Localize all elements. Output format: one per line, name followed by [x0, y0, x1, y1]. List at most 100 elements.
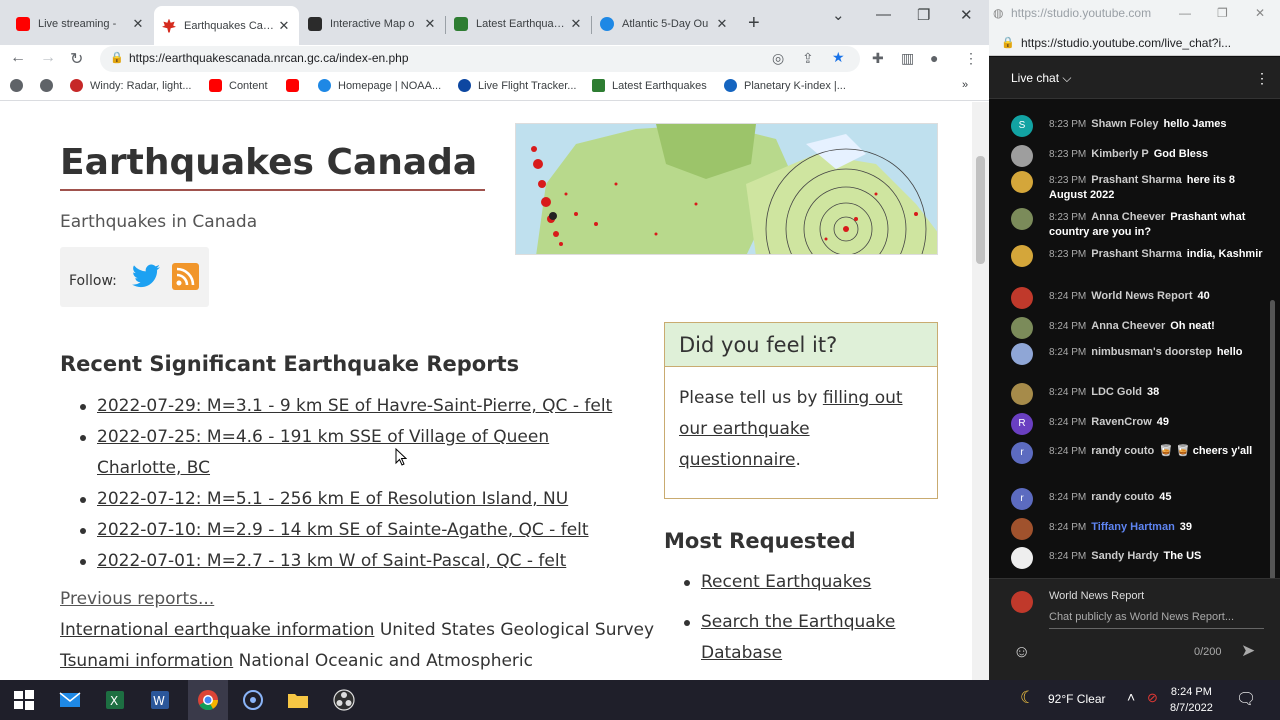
bookmark-star-icon[interactable]: ★ [832, 49, 845, 66]
close-icon[interactable]: ✕ [569, 16, 583, 32]
cortana-icon[interactable] [241, 688, 265, 712]
bookmark-noaa[interactable]: Homepage | NOAA... [318, 79, 441, 92]
eye-slash-icon[interactable]: ◎ [772, 50, 784, 67]
excel-icon[interactable]: X [103, 688, 127, 712]
char-count: 0/200 [1194, 646, 1222, 658]
search-database-link[interactable]: Search the Earthquake Database [701, 612, 895, 663]
minimize-button[interactable]: — [876, 6, 891, 23]
moon-weather-icon[interactable]: ☾ [1020, 688, 1035, 708]
report-link[interactable]: 2022-07-25: M=4.6 - 191 km SSE of Villag… [97, 427, 549, 478]
report-link[interactable]: 2022-07-01: M=2.7 - 13 km W of Saint-Pas… [97, 551, 566, 571]
mail-icon[interactable] [58, 688, 82, 712]
international-info-link[interactable]: International earthquake information [60, 620, 374, 640]
chat-author[interactable]: Shawn Foley [1091, 118, 1158, 130]
emoji-icon[interactable]: ☺ [1013, 642, 1030, 662]
chat-url-text[interactable]: https://studio.youtube.com/live_chat?i..… [1021, 36, 1231, 50]
bookmark-content[interactable]: Content [209, 79, 268, 92]
forward-icon[interactable]: → [40, 49, 56, 67]
tsunami-info-link[interactable]: Tsunami information [60, 651, 233, 671]
chat-author[interactable]: Prashant Sharma [1091, 174, 1181, 186]
clock[interactable]: 8:24 PM 8/7/2022 [1170, 684, 1213, 716]
bookmark-youtube[interactable] [286, 79, 306, 92]
tab-earthquakes-canada[interactable]: Earthquakes Canada ✕ [154, 6, 299, 45]
live-chat-dropdown[interactable]: Live chat ⌵ [1011, 71, 1071, 86]
bookmark-latest-earthquakes[interactable]: Latest Earthquakes [592, 79, 707, 92]
notification-icon[interactable]: 🗨 [1236, 689, 1256, 709]
tab-interactive-map[interactable]: Interactive Map o ✕ [300, 8, 445, 40]
network-warning-icon[interactable]: ⊘ [1147, 690, 1158, 706]
chat-author[interactable]: Sandy Hardy [1091, 550, 1158, 562]
close-window-button[interactable]: ✕ [1255, 6, 1265, 20]
chat-author[interactable]: RavenCrow [1091, 416, 1152, 428]
send-icon[interactable]: ➤ [1241, 641, 1255, 661]
word-icon[interactable]: W [148, 688, 172, 712]
maple-leaf-icon [162, 18, 176, 33]
profile-icon[interactable]: ● [930, 50, 938, 66]
bookmark-globe-icon[interactable] [10, 79, 30, 92]
new-tab-button[interactable]: + [748, 12, 760, 35]
url-text[interactable]: https://earthquakescanada.nrcan.gc.ca/in… [129, 51, 409, 65]
close-window-button[interactable]: ✕ [960, 6, 973, 24]
tab-latest-earthquakes[interactable]: Latest Earthquakes ✕ [446, 8, 591, 40]
more-bookmarks-icon[interactable]: » [962, 79, 968, 91]
bookmark-kindex[interactable]: Planetary K-index |... [724, 79, 846, 92]
chat-author[interactable]: Prashant Sharma [1091, 248, 1181, 260]
chat-author[interactable]: randy couto [1091, 491, 1154, 503]
recent-earthquakes-link[interactable]: Recent Earthquakes [701, 572, 871, 592]
chat-urlbar[interactable]: 🔒 https://studio.youtube.com/live_chat?i… [989, 30, 1280, 56]
chat-scrollbar[interactable] [1270, 300, 1275, 580]
bookmark-flight-tracker[interactable]: Live Flight Tracker... [458, 79, 576, 92]
close-icon[interactable]: ✕ [715, 16, 729, 32]
bookmark-globe-icon-2[interactable] [40, 79, 60, 92]
avatar [1011, 145, 1033, 167]
address-bar[interactable]: 🔒 https://earthquakescanada.nrcan.gc.ca/… [100, 46, 860, 72]
report-link[interactable]: 2022-07-10: M=2.9 - 14 km SE of Sainte-A… [97, 520, 589, 540]
tab-atlantic-outlook[interactable]: Atlantic 5-Day Ou ✕ [592, 8, 737, 40]
lock-icon: 🔒 [1001, 37, 1015, 49]
file-explorer-icon[interactable] [286, 688, 310, 712]
lock-icon[interactable]: 🔒 [110, 51, 124, 64]
most-requested-heading: Most Requested [664, 529, 856, 553]
scrollbar-thumb[interactable] [976, 156, 985, 264]
chat-input[interactable]: Chat publicly as World News Report... [1049, 611, 1264, 629]
chat-author[interactable]: Tiffany Hartman [1091, 521, 1175, 533]
maximize-button[interactable]: ❐ [1217, 6, 1228, 20]
close-icon[interactable]: ✕ [277, 18, 291, 34]
more-options-icon[interactable]: ⋮ [1255, 70, 1269, 87]
tab-live-streaming[interactable]: Live streaming - ✕ [8, 8, 153, 40]
tab-title: Earthquakes Canada [184, 19, 277, 32]
minimize-button[interactable]: — [1179, 6, 1191, 20]
rss-icon[interactable] [172, 263, 199, 290]
weather-text[interactable]: 92°F Clear [1048, 692, 1106, 706]
feel-box-text: Please tell us by filling out our earthq… [679, 388, 903, 470]
twitter-icon[interactable] [132, 264, 160, 288]
menu-icon[interactable]: ⋮ [964, 50, 978, 67]
bookmark-windy[interactable]: Windy: Radar, light... [70, 79, 192, 92]
report-link[interactable]: 2022-07-29: M=3.1 - 9 km SE of Havre-Sai… [97, 396, 612, 416]
chat-author[interactable]: World News Report [1091, 290, 1192, 302]
maximize-button[interactable]: ❐ [917, 6, 930, 24]
close-icon[interactable]: ✕ [423, 16, 437, 32]
reload-icon[interactable]: ↻ [70, 49, 83, 69]
back-icon[interactable]: ← [10, 49, 26, 67]
share-icon[interactable]: ⇪ [802, 50, 814, 67]
windows-start-icon[interactable] [12, 688, 36, 712]
extensions-icon[interactable]: ✚ [872, 50, 884, 67]
tab-search-icon[interactable]: ⌄ [832, 6, 845, 24]
chat-author[interactable]: Kimberly P [1091, 148, 1148, 160]
earthquake-map-image[interactable] [515, 123, 938, 255]
close-icon[interactable]: ✕ [131, 16, 145, 32]
chrome-icon[interactable] [196, 688, 220, 712]
chat-author[interactable]: randy couto [1091, 445, 1154, 457]
chat-author[interactable]: Anna Cheever [1091, 320, 1165, 332]
previous-reports-link[interactable]: Previous reports... [60, 589, 214, 609]
report-link[interactable]: 2022-07-12: M=5.1 - 256 km E of Resoluti… [97, 489, 568, 509]
obs-icon[interactable] [332, 688, 356, 712]
chat-author[interactable]: nimbusman's doorstep [1091, 346, 1212, 358]
side-panel-icon[interactable]: ▥ [901, 50, 914, 67]
live-chat-window: ◍ https://studio.youtube.com — ❐ ✕ 🔒 htt… [989, 0, 1280, 680]
chevron-up-icon[interactable]: ˄ [1127, 689, 1135, 705]
chat-author[interactable]: Anna Cheever [1091, 211, 1165, 223]
page-scrollbar[interactable] [972, 102, 989, 680]
chat-author[interactable]: LDC Gold [1091, 386, 1142, 398]
